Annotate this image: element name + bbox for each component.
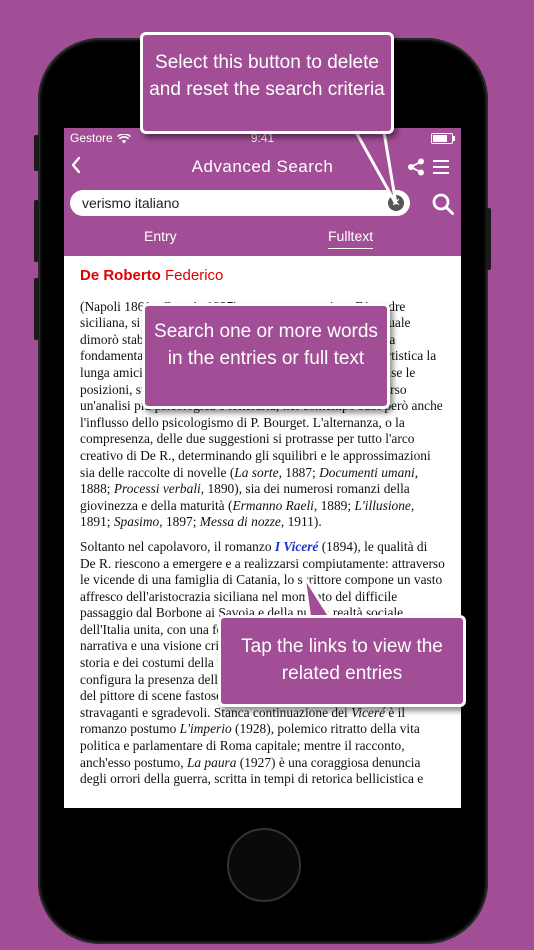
work-title: La sorte	[234, 464, 279, 480]
tip-clear-search: Select this button to delete and reset t…	[140, 32, 394, 134]
work-title: Documenti umani	[319, 464, 415, 480]
tip-search-words: Search one or more words in the entries …	[142, 303, 390, 409]
work-title: Processi verbali	[113, 481, 201, 497]
tip-tap-links: Tap the links to view the related entrie…	[218, 615, 466, 707]
text-run: , 1889;	[313, 497, 355, 513]
battery-icon	[431, 133, 455, 144]
text-run: , 1887;	[278, 464, 320, 480]
navigation-bar: Advanced Search	[64, 148, 461, 188]
work-title: L'illusione	[354, 497, 411, 513]
share-icon[interactable]	[407, 158, 425, 176]
text-run: , 1897;	[159, 514, 200, 530]
page-title: Advanced Search	[191, 157, 334, 176]
search-scope-tabs: Entry Fulltext	[64, 220, 461, 256]
mute-switch	[34, 135, 39, 171]
tab-entry[interactable]: Entry	[144, 228, 177, 244]
volume-down-button	[34, 278, 39, 340]
work-title: L'imperio	[179, 721, 232, 737]
entry-name: Federico	[165, 267, 224, 284]
work-title: Messa di nozze	[199, 514, 281, 530]
related-entry-link[interactable]: I Viceré	[275, 539, 319, 554]
callout-1-pointer	[353, 130, 398, 205]
work-title: Viceré	[351, 704, 386, 720]
power-button	[486, 208, 491, 270]
text-run: , 1911).	[280, 514, 322, 530]
volume-up-button	[34, 200, 39, 262]
work-title: La paura	[186, 754, 237, 770]
entry-heading: De Roberto Federico	[80, 267, 445, 285]
home-button[interactable]	[227, 828, 301, 902]
magnifier-icon[interactable]	[431, 192, 455, 216]
work-title: Spasimo	[113, 514, 160, 530]
text-run: Soltanto nel capolavoro, il romanzo	[80, 538, 275, 554]
work-title: Ermanno Raeli	[232, 497, 314, 513]
entry-surname: De Roberto	[80, 267, 161, 284]
search-bar: verismo italiano ✕	[64, 188, 461, 220]
hamburger-menu-icon[interactable]	[433, 160, 449, 174]
tab-fulltext[interactable]: Fulltext	[328, 228, 374, 249]
